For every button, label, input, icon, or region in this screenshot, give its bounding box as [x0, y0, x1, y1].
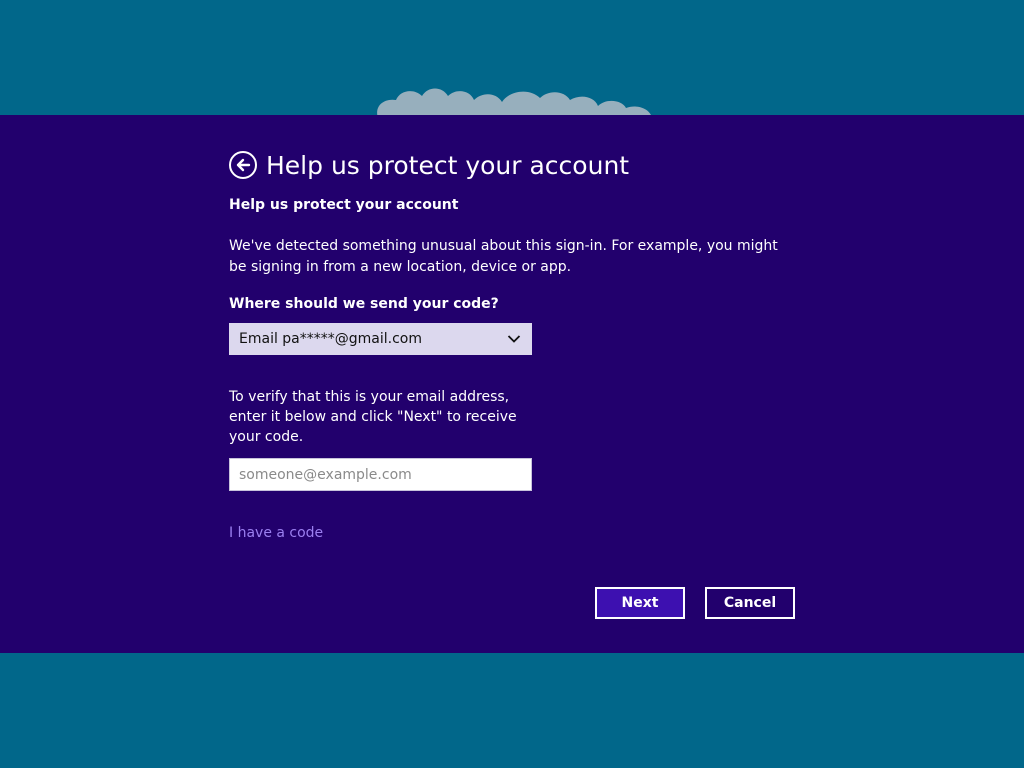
description-text: We've detected something unusual about t… — [229, 238, 778, 275]
send-code-selected-value: Email pa*****@gmail.com — [239, 331, 422, 347]
chevron-down-icon — [506, 331, 522, 347]
back-arrow-circle-icon — [236, 158, 251, 172]
subheading: Help us protect your account — [229, 197, 459, 213]
cancel-button[interactable]: Cancel — [705, 587, 795, 619]
have-code-link[interactable]: I have a code — [229, 525, 323, 541]
back-button[interactable] — [229, 151, 257, 179]
send-code-select[interactable]: Email pa*****@gmail.com — [229, 323, 532, 355]
title-row: Help us protect your account — [229, 148, 629, 182]
verify-instructions: To verify that this is your email addres… — [229, 389, 517, 445]
email-input[interactable] — [229, 458, 532, 491]
page-title: Help us protect your account — [266, 150, 630, 180]
next-button[interactable]: Next — [595, 587, 685, 619]
cloud-logo — [377, 88, 652, 118]
dialog-panel: Help us protect your account Help us pro… — [0, 115, 1024, 653]
send-code-label: Where should we send your code? — [229, 296, 499, 312]
